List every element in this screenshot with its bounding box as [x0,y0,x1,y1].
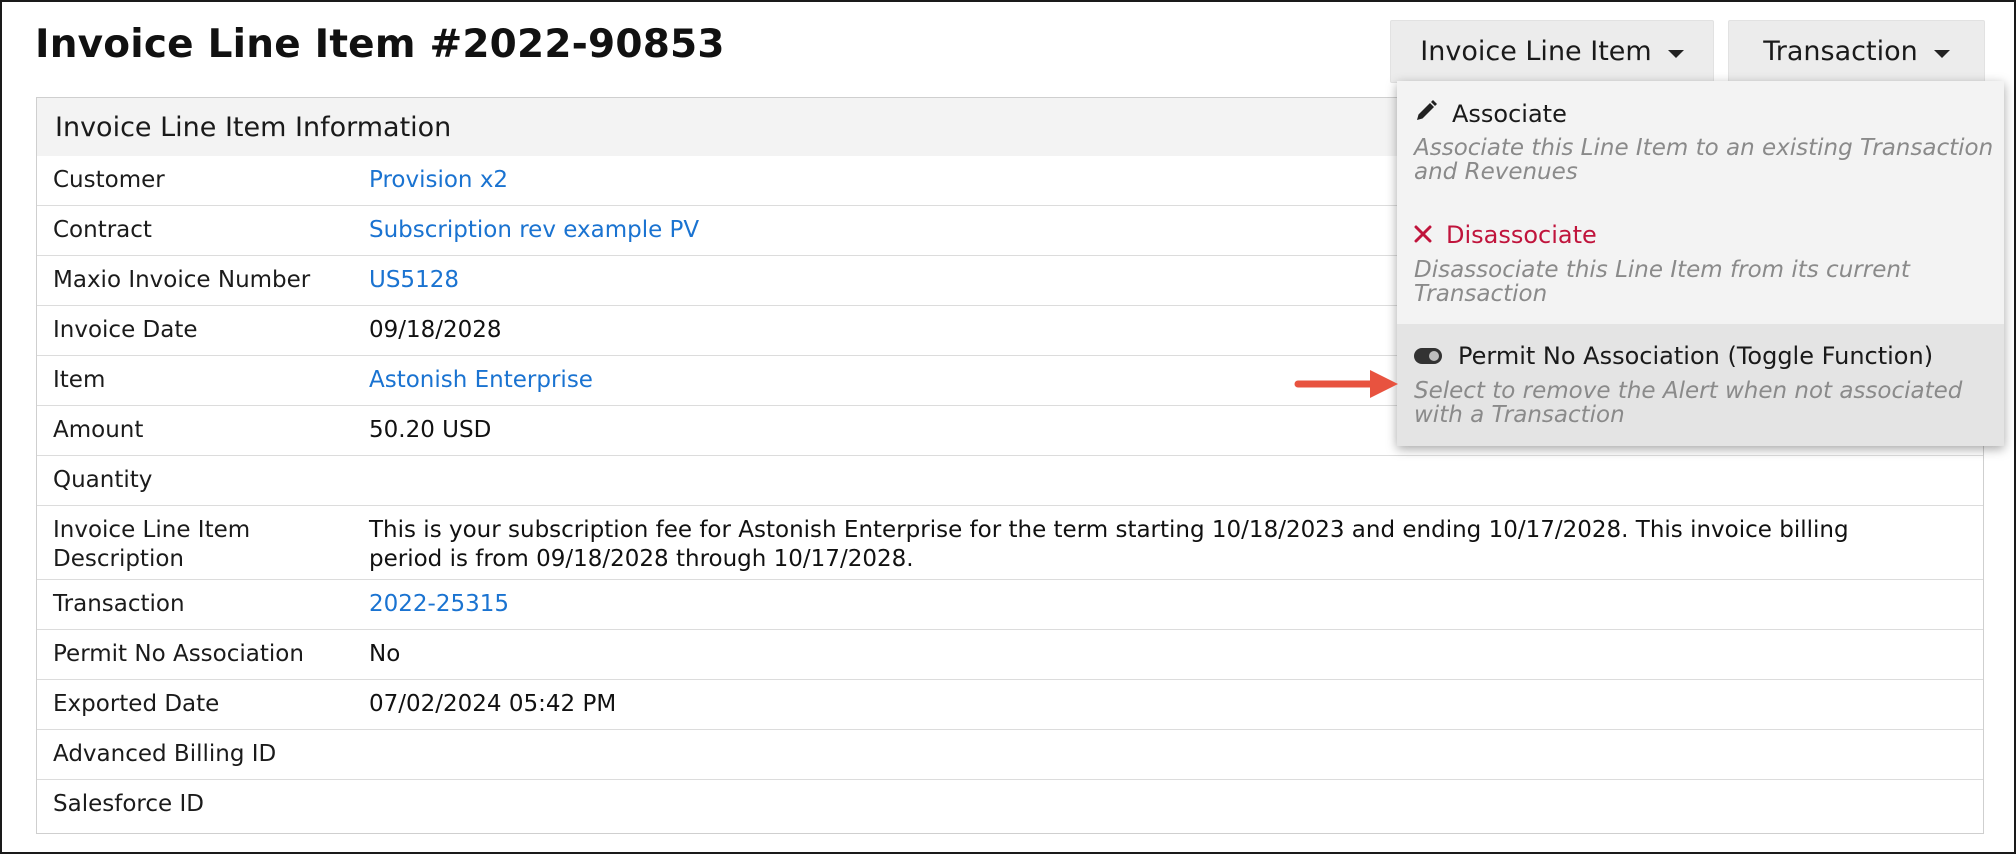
row-label: Quantity [53,467,153,493]
row-label: Amount [53,417,144,443]
permit-no-association-value: No [369,641,401,667]
disassociate-description: Disassociate this Line Item from its cur… [1414,257,1910,307]
table-row: Invoice Line Item Description This is yo… [37,505,1983,579]
menu-item-disassociate[interactable]: Disassociate Disassociate this Line Item… [1397,201,2004,324]
row-label: Invoice Date [53,317,198,343]
annotation-arrow-icon [1294,370,1398,398]
associate-label: Associate [1452,100,1567,128]
row-label: Item [53,367,106,393]
row-label: Salesforce ID [53,791,204,817]
screenshot-frame: Invoice Line Item #2022-90853 Invoice Li… [0,0,2016,854]
row-label: Invoice Line Item Description [53,517,251,572]
disassociate-label: Disassociate [1446,221,1597,249]
permit-no-association-label: Permit No Association (Toggle Function) [1458,342,1934,370]
menu-item-title-row: Disassociate [1414,221,1597,249]
table-row: Quantity [37,455,1983,505]
caret-down-icon [1667,49,1684,58]
toggle-icon [1414,348,1442,364]
table-row: Advanced Billing ID [37,729,1983,779]
permit-no-association-description: Select to remove the Alert when not asso… [1414,378,1963,428]
row-label: Transaction [53,591,185,617]
transaction-menu-button[interactable]: Transaction [1728,20,1985,83]
menu-item-title-row: Associate [1414,99,1567,129]
pencil-icon [1414,99,1438,129]
table-row: Exported Date 07/02/2024 05:42 PM [37,679,1983,729]
transaction-menu-label: Transaction [1763,36,1918,67]
row-label: Advanced Billing ID [53,741,277,767]
table-row: Permit No Association No [37,629,1983,679]
menu-item-permit-no-association[interactable]: Permit No Association (Toggle Function) … [1397,324,2004,446]
row-label: Contract [53,217,152,243]
page-title: Invoice Line Item #2022-90853 [35,22,725,67]
invoice-line-item-menu-button[interactable]: Invoice Line Item [1390,20,1714,83]
invoice-line-item-menu-label: Invoice Line Item [1420,36,1652,67]
transaction-link[interactable]: 2022-25315 [369,590,1923,619]
table-row: Transaction 2022-25315 [37,579,1983,629]
row-label: Maxio Invoice Number [53,267,311,293]
row-label: Exported Date [53,691,220,717]
invoice-line-item-dropdown-menu: Associate Associate this Line Item to an… [1397,81,2004,446]
x-icon [1414,221,1432,249]
caret-down-icon [1933,49,1950,58]
row-label: Customer [53,167,165,193]
description-value: This is your subscription fee for Astoni… [369,517,1849,572]
menu-item-associate[interactable]: Associate Associate this Line Item to an… [1397,81,2004,201]
row-label: Permit No Association [53,641,304,667]
menu-item-title-row: Permit No Association (Toggle Function) [1414,342,1933,370]
table-row: Salesforce ID [37,779,1983,829]
exported-date-value: 07/02/2024 05:42 PM [369,691,617,717]
associate-description: Associate this Line Item to an existing … [1414,135,1994,185]
